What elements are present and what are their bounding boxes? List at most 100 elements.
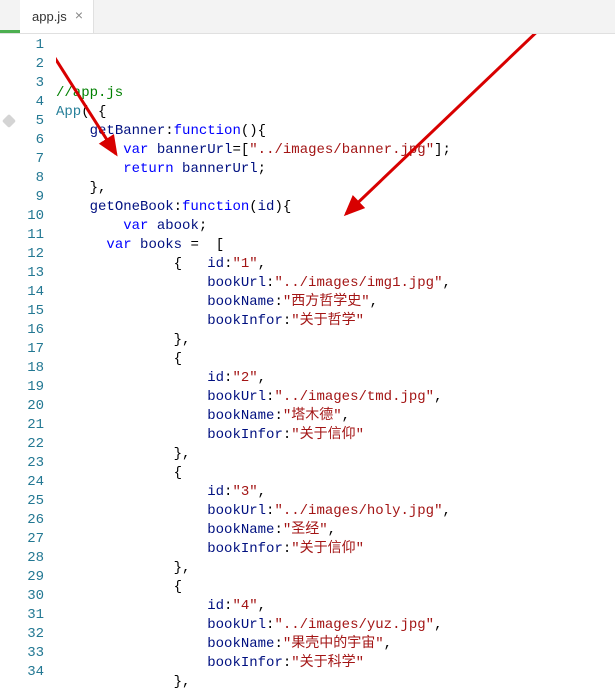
line-number: 10: [20, 207, 44, 226]
token-keyword: var: [106, 237, 131, 253]
code-line[interactable]: bookName:"果壳中的宇宙",: [56, 635, 615, 654]
code-line[interactable]: bookInfor:"关于信仰": [56, 426, 615, 445]
active-tab[interactable]: app.js ×: [20, 0, 94, 33]
code-line[interactable]: //app.js: [56, 84, 615, 103]
token-plain: [56, 446, 174, 462]
token-plain: [56, 161, 123, 177]
token-punct: =[: [232, 142, 249, 158]
code-line[interactable]: var abook;: [56, 217, 615, 236]
token-string: "圣经": [283, 522, 328, 538]
token-punct: ,: [434, 389, 442, 405]
token-punct: },: [174, 446, 191, 462]
line-number: 24: [20, 473, 44, 492]
token-key: bookUrl: [207, 503, 266, 519]
token-punct: ,: [328, 522, 336, 538]
code-line[interactable]: App( {: [56, 103, 615, 122]
token-string: "关于科学": [291, 655, 364, 671]
token-keyword: var: [123, 218, 148, 234]
token-key: bookUrl: [207, 389, 266, 405]
code-line[interactable]: },: [56, 673, 615, 689]
token-string: "关于信仰": [291, 427, 364, 443]
token-punct: :: [274, 522, 282, 538]
code-line[interactable]: {: [56, 464, 615, 483]
token-ident: id: [258, 199, 275, 215]
token-punct: ,: [258, 598, 266, 614]
code-line[interactable]: getOneBook:function(id){: [56, 198, 615, 217]
token-punct: {: [174, 256, 182, 272]
line-number: 7: [20, 150, 44, 169]
token-string: "../images/banner.jpg": [249, 142, 434, 158]
code-line[interactable]: bookUrl:"../images/tmd.jpg",: [56, 388, 615, 407]
code-line[interactable]: },: [56, 445, 615, 464]
close-icon[interactable]: ×: [75, 10, 83, 24]
token-string: "果壳中的宇宙": [283, 636, 384, 652]
token-plain: [56, 389, 207, 405]
breakpoint-icon[interactable]: [2, 114, 16, 128]
line-number: 17: [20, 340, 44, 359]
line-number: 18: [20, 359, 44, 378]
line-number: 23: [20, 454, 44, 473]
code-area[interactable]: //app.js App( { getBanner:function(){ var…: [56, 34, 615, 689]
token-plain: [56, 598, 207, 614]
code-line[interactable]: bookName:"西方哲学史",: [56, 293, 615, 312]
token-plain: [56, 275, 207, 291]
tab-filename: app.js: [32, 9, 67, 24]
code-line[interactable]: bookName:"圣经",: [56, 521, 615, 540]
line-number: 25: [20, 492, 44, 511]
code-line[interactable]: bookInfor:"关于科学": [56, 654, 615, 673]
token-plain: [56, 218, 123, 234]
line-number: 11: [20, 226, 44, 245]
code-line[interactable]: {: [56, 578, 615, 597]
code-line[interactable]: },: [56, 331, 615, 350]
line-number-gutter: 1234567891011121314151617181920212223242…: [20, 34, 56, 689]
editor-window: app.js × 1234567891011121314151617181920…: [0, 0, 615, 689]
token-string: "../images/holy.jpg": [274, 503, 442, 519]
code-line[interactable]: return bannerUrl;: [56, 160, 615, 179]
token-plain: [56, 541, 207, 557]
code-line[interactable]: bookUrl:"../images/holy.jpg",: [56, 502, 615, 521]
token-punct: ,: [342, 408, 350, 424]
token-plain: [56, 617, 207, 633]
token-punct: (: [249, 199, 257, 215]
token-plain: [56, 237, 106, 253]
token-comment: //app.js: [56, 85, 123, 101]
token-punct: =: [190, 237, 198, 253]
code-line[interactable]: bookUrl:"../images/img1.jpg",: [56, 274, 615, 293]
code-line[interactable]: var books = [: [56, 236, 615, 255]
code-line[interactable]: { id:"1",: [56, 255, 615, 274]
token-plain: [56, 636, 207, 652]
line-number: 31: [20, 606, 44, 625]
token-plain: [174, 161, 182, 177]
code-line[interactable]: id:"4",: [56, 597, 615, 616]
token-punct: },: [174, 674, 191, 689]
code-line[interactable]: },: [56, 559, 615, 578]
token-key: id: [207, 598, 224, 614]
code-line[interactable]: },: [56, 179, 615, 198]
token-punct: :: [165, 123, 173, 139]
token-punct: :: [274, 408, 282, 424]
tab-bar: app.js ×: [0, 0, 615, 34]
token-punct: ,: [258, 484, 266, 500]
code-line[interactable]: var bannerUrl=["../images/banner.jpg"];: [56, 141, 615, 160]
breakpoint-gutter[interactable]: [0, 34, 20, 689]
token-plain: [56, 294, 207, 310]
token-plain: [56, 408, 207, 424]
code-line[interactable]: {: [56, 350, 615, 369]
line-number: 22: [20, 435, 44, 454]
token-punct: [: [216, 237, 224, 253]
code-line[interactable]: getBanner:function(){: [56, 122, 615, 141]
code-line[interactable]: bookInfor:"关于哲学": [56, 312, 615, 331]
code-line[interactable]: id:"2",: [56, 369, 615, 388]
token-plain: [56, 332, 174, 348]
code-line[interactable]: id:"3",: [56, 483, 615, 502]
token-plain: [56, 427, 207, 443]
token-punct: {: [98, 104, 106, 120]
token-punct: :: [283, 541, 291, 557]
code-line[interactable]: bookInfor:"关于信仰": [56, 540, 615, 559]
code-line[interactable]: bookName:"塔木德",: [56, 407, 615, 426]
code-line[interactable]: bookUrl:"../images/yuz.jpg",: [56, 616, 615, 635]
token-key: bookInfor: [207, 655, 283, 671]
token-plain: [56, 503, 207, 519]
line-number: 12: [20, 245, 44, 264]
token-plain: [148, 218, 156, 234]
